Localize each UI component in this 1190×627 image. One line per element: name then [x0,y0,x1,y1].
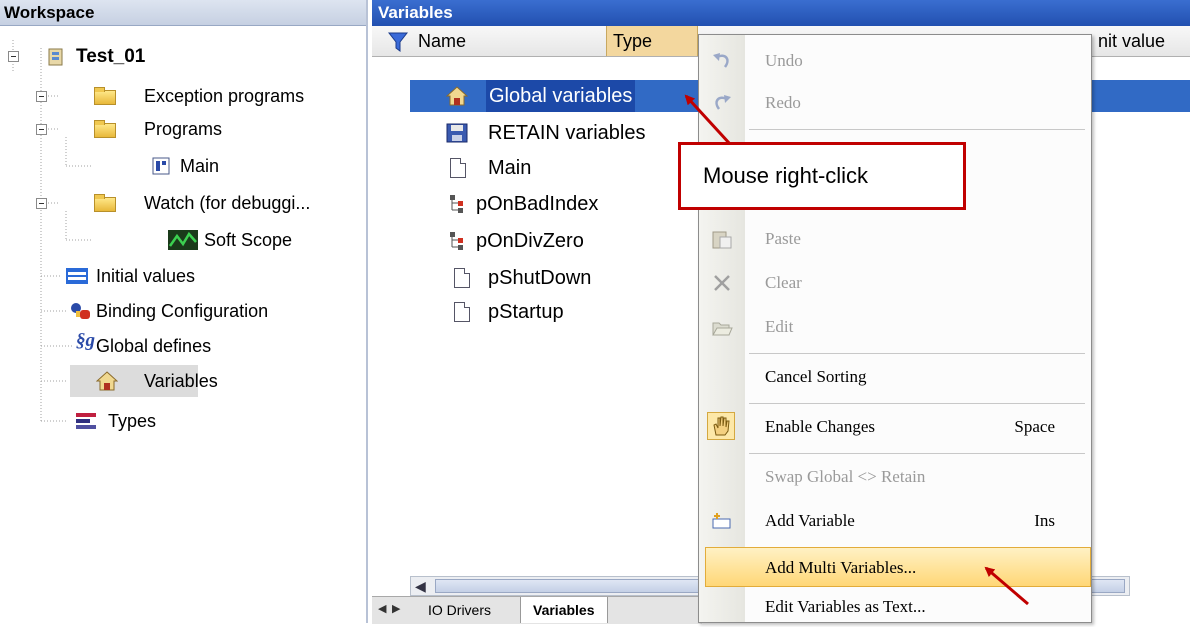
var-row-label: pOnDivZero [476,230,584,252]
redo-icon [715,95,731,110]
var-row-label: RETAIN variables [488,122,646,144]
column-type[interactable]: Type [606,26,698,56]
menu-item-label: Add Multi Variables... [765,558,917,577]
folder-icon [94,120,116,138]
tree-item-label: Global defines [96,336,212,356]
paste-icon [712,231,732,249]
menu-item-add-multi-variables[interactable]: Add Multi Variables... [705,547,1091,587]
save-icon [446,123,468,143]
menu-item-label: Add Variable [765,511,855,530]
tab-strip: ◀ ▶ IO Drivers Variables [372,596,702,624]
project-icon [48,48,63,66]
structure-icon [450,195,463,213]
menu-separator [749,453,1085,454]
menu-item-label: Enable Changes [765,417,875,436]
open-folder-icon [712,322,733,336]
tree-item-label: Types [108,411,157,431]
defines-icon: §g [76,330,95,351]
menu-item-shortcut: Ins [1034,511,1055,530]
tab-variables[interactable]: Variables [520,597,608,623]
menu-item-add-variable[interactable]: Add Variable Ins [699,501,1091,541]
menu-separator [749,129,1085,130]
undo-icon [713,53,729,68]
menu-item-undo[interactable]: Undo [699,41,1091,81]
folder-icon [94,194,116,212]
menu-item-label: Edit Variables as Text... [765,597,926,616]
menu-item-edit-variables-as-text[interactable]: Edit Variables as Text... [699,587,1091,627]
menu-item-shortcut: Space [1014,417,1055,436]
document-icon [454,268,470,288]
workspace-pane: Workspace Test_01 Exception programs Pro… [0,0,368,623]
document-icon [450,158,466,178]
menu-item-edit[interactable]: Edit [699,307,1091,347]
menu-item-redo[interactable]: Redo [699,83,1091,123]
tree-item-label: Soft Scope [204,230,293,250]
menu-item-label: Edit [765,317,794,336]
home-icon [446,86,468,106]
structure-icon [450,232,463,250]
menu-separator [749,403,1085,404]
collapse-icon[interactable] [8,51,19,62]
var-row-label: Main [488,157,532,179]
scope-icon [168,230,198,250]
types-icon [76,413,96,429]
tree-item-label: Main [180,156,220,176]
expand-icon[interactable] [36,91,47,102]
scroll-left-icon[interactable]: ◀ [415,577,426,595]
clear-icon [714,275,730,291]
tree-item-variables[interactable]: Variables [70,365,218,397]
binding-icon [71,303,90,319]
tree-item-label: Programs [144,119,223,139]
column-init-value[interactable]: nit value [1092,26,1190,56]
tree-item-label: Test_01 [76,46,146,67]
menu-item-paste[interactable]: Paste [699,219,1091,259]
menu-item-label: Undo [765,51,803,70]
menu-item-clear[interactable]: Clear [699,263,1091,303]
tree-item-label: Variables [144,371,218,391]
var-row-label: pShutDown [488,267,592,289]
tab-scroll-right-icon[interactable]: ▶ [392,602,400,615]
menu-item-label: Redo [765,93,801,112]
menu-item-enable-changes[interactable]: Enable Changes Space [699,407,1091,447]
menu-item-label: Cancel Sorting [765,367,867,386]
add-variable-icon [712,513,731,529]
document-icon [454,302,470,322]
filter-icon[interactable] [388,31,408,53]
initial-values-icon [66,268,88,284]
program-icon [152,157,170,175]
folder-icon [94,87,116,105]
tree-item-label: Initial values [96,266,196,286]
menu-item-label: Clear [765,273,802,292]
var-row-label: pOnBadIndex [476,193,599,215]
collapse-icon[interactable] [36,124,47,135]
variables-title: Variables [372,0,1190,26]
tree-item-label: Watch (for debuggi... [144,193,311,213]
menu-item-label: Swap Global <> Retain [765,467,926,486]
variables-icon [96,371,118,391]
context-menu: Undo Redo Paste Clear Edit Cancel Sortin… [698,34,1092,623]
menu-separator [749,353,1085,354]
var-row-label: pStartup [488,301,564,323]
tree-item-label: Binding Configuration [96,301,269,321]
tab-scroll-left-icon[interactable]: ◀ [378,602,386,615]
collapse-icon[interactable] [36,198,47,209]
menu-item-label: Paste [765,229,801,248]
menu-item-swap-global-retain[interactable]: Swap Global <> Retain [699,457,1091,497]
var-row-label: Global variables [486,80,636,112]
hand-icon [707,412,735,440]
menu-item-cancel-sorting[interactable]: Cancel Sorting [699,357,1091,397]
annotation-callout: Mouse right-click [678,142,966,210]
tab-io-drivers[interactable]: IO Drivers [416,597,503,623]
column-name[interactable]: Name [412,26,606,56]
tree-item-label: Exception programs [144,86,305,106]
